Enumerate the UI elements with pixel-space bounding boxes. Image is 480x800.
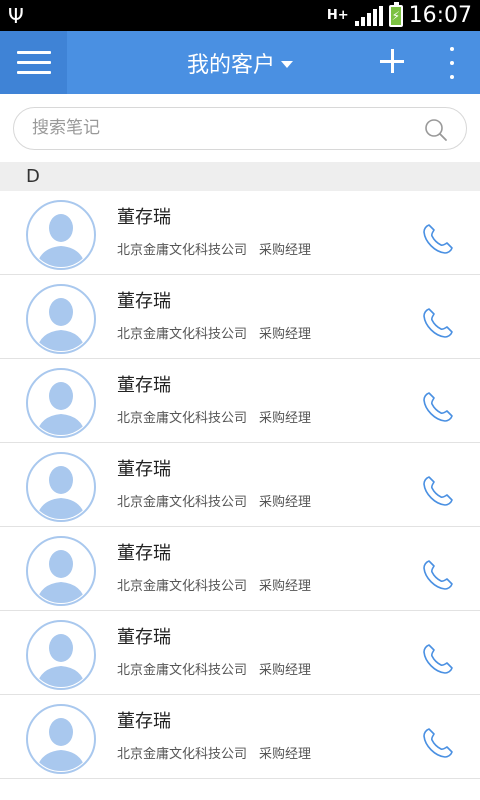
avatar-icon (26, 536, 96, 606)
phone-icon[interactable] (420, 725, 456, 761)
contact-company: 北京金庸文化科技公司 (117, 663, 248, 678)
avatar-icon (26, 620, 96, 690)
contact-name: 董存瑞 (117, 627, 171, 648)
contact-list-item[interactable]: 董存瑞 北京金庸文化科技公司 采购经理 (0, 359, 480, 443)
search-area (0, 94, 480, 162)
avatar-icon (26, 284, 96, 354)
contact-title: 采购经理 (259, 411, 312, 426)
avatar-icon (26, 704, 96, 774)
contact-company: 北京金庸文化科技公司 (117, 579, 248, 594)
contact-title: 采购经理 (259, 243, 312, 258)
network-type: H+ (326, 8, 349, 23)
page-title: 我的客户 (186, 52, 275, 78)
phone-icon[interactable] (420, 389, 456, 425)
search-icon[interactable] (424, 118, 448, 142)
section-header: D (0, 162, 480, 191)
contact-title: 采购经理 (259, 579, 312, 594)
more-options-button[interactable] (442, 47, 462, 79)
phone-icon[interactable] (420, 473, 456, 509)
phone-icon[interactable] (420, 641, 456, 677)
avatar-icon (26, 200, 96, 270)
contact-list-item[interactable]: 董存瑞 北京金庸文化科技公司 采购经理 (0, 443, 480, 527)
phone-icon[interactable] (420, 221, 456, 257)
contact-name: 董存瑞 (117, 543, 171, 564)
contact-name: 董存瑞 (117, 459, 171, 480)
phone-icon[interactable] (420, 557, 456, 593)
contact-name: 董存瑞 (117, 375, 171, 396)
status-indicators: H+ ⚡ 16:07 (327, 0, 472, 31)
chevron-down-icon (281, 60, 293, 68)
app-bar: 我的客户 (0, 31, 480, 94)
contact-list-item[interactable]: 董存瑞 北京金庸文化科技公司 采购经理 (0, 611, 480, 695)
avatar-icon (26, 368, 96, 438)
contact-title: 采购经理 (259, 327, 312, 342)
contact-company: 北京金庸文化科技公司 (117, 495, 248, 510)
title-dropdown[interactable]: 我的客户 (187, 47, 293, 79)
contact-name: 董存瑞 (117, 291, 171, 312)
contact-company: 北京金庸文化科技公司 (117, 243, 248, 258)
contact-title: 采购经理 (259, 747, 312, 762)
menu-button[interactable] (0, 31, 67, 94)
contact-title: 采购经理 (259, 495, 312, 510)
contact-list-item[interactable]: 董存瑞 北京金庸文化科技公司 采购经理 (0, 275, 480, 359)
battery-icon: ⚡ (388, 1, 403, 27)
contact-title: 采购经理 (259, 663, 312, 678)
usb-icon: Ψ (8, 3, 24, 28)
contact-company: 北京金庸文化科技公司 (117, 411, 248, 426)
add-button[interactable] (376, 45, 410, 79)
contact-company: 北京金庸文化科技公司 (117, 327, 248, 342)
phone-icon[interactable] (420, 305, 456, 341)
clock: 16:07 (408, 3, 472, 28)
avatar-icon (26, 452, 96, 522)
contact-company: 北京金庸文化科技公司 (117, 747, 248, 762)
signal-icon (354, 5, 383, 26)
contact-list-item[interactable]: 董存瑞 北京金庸文化科技公司 采购经理 (0, 191, 480, 275)
contact-list-item[interactable]: 董存瑞 北京金庸文化科技公司 采购经理 (0, 695, 480, 779)
contact-list: 董存瑞 北京金庸文化科技公司 采购经理 董存瑞 北京金庸文化科技公司 采购经理 (0, 191, 480, 779)
status-bar: Ψ H+ ⚡ 16:07 (0, 0, 480, 31)
contact-list-item[interactable]: 董存瑞 北京金庸文化科技公司 采购经理 (0, 527, 480, 611)
contact-name: 董存瑞 (117, 711, 171, 732)
search-input[interactable] (32, 118, 392, 138)
search-box[interactable] (13, 106, 467, 150)
menu-icon (16, 51, 51, 54)
contact-name: 董存瑞 (117, 207, 171, 228)
